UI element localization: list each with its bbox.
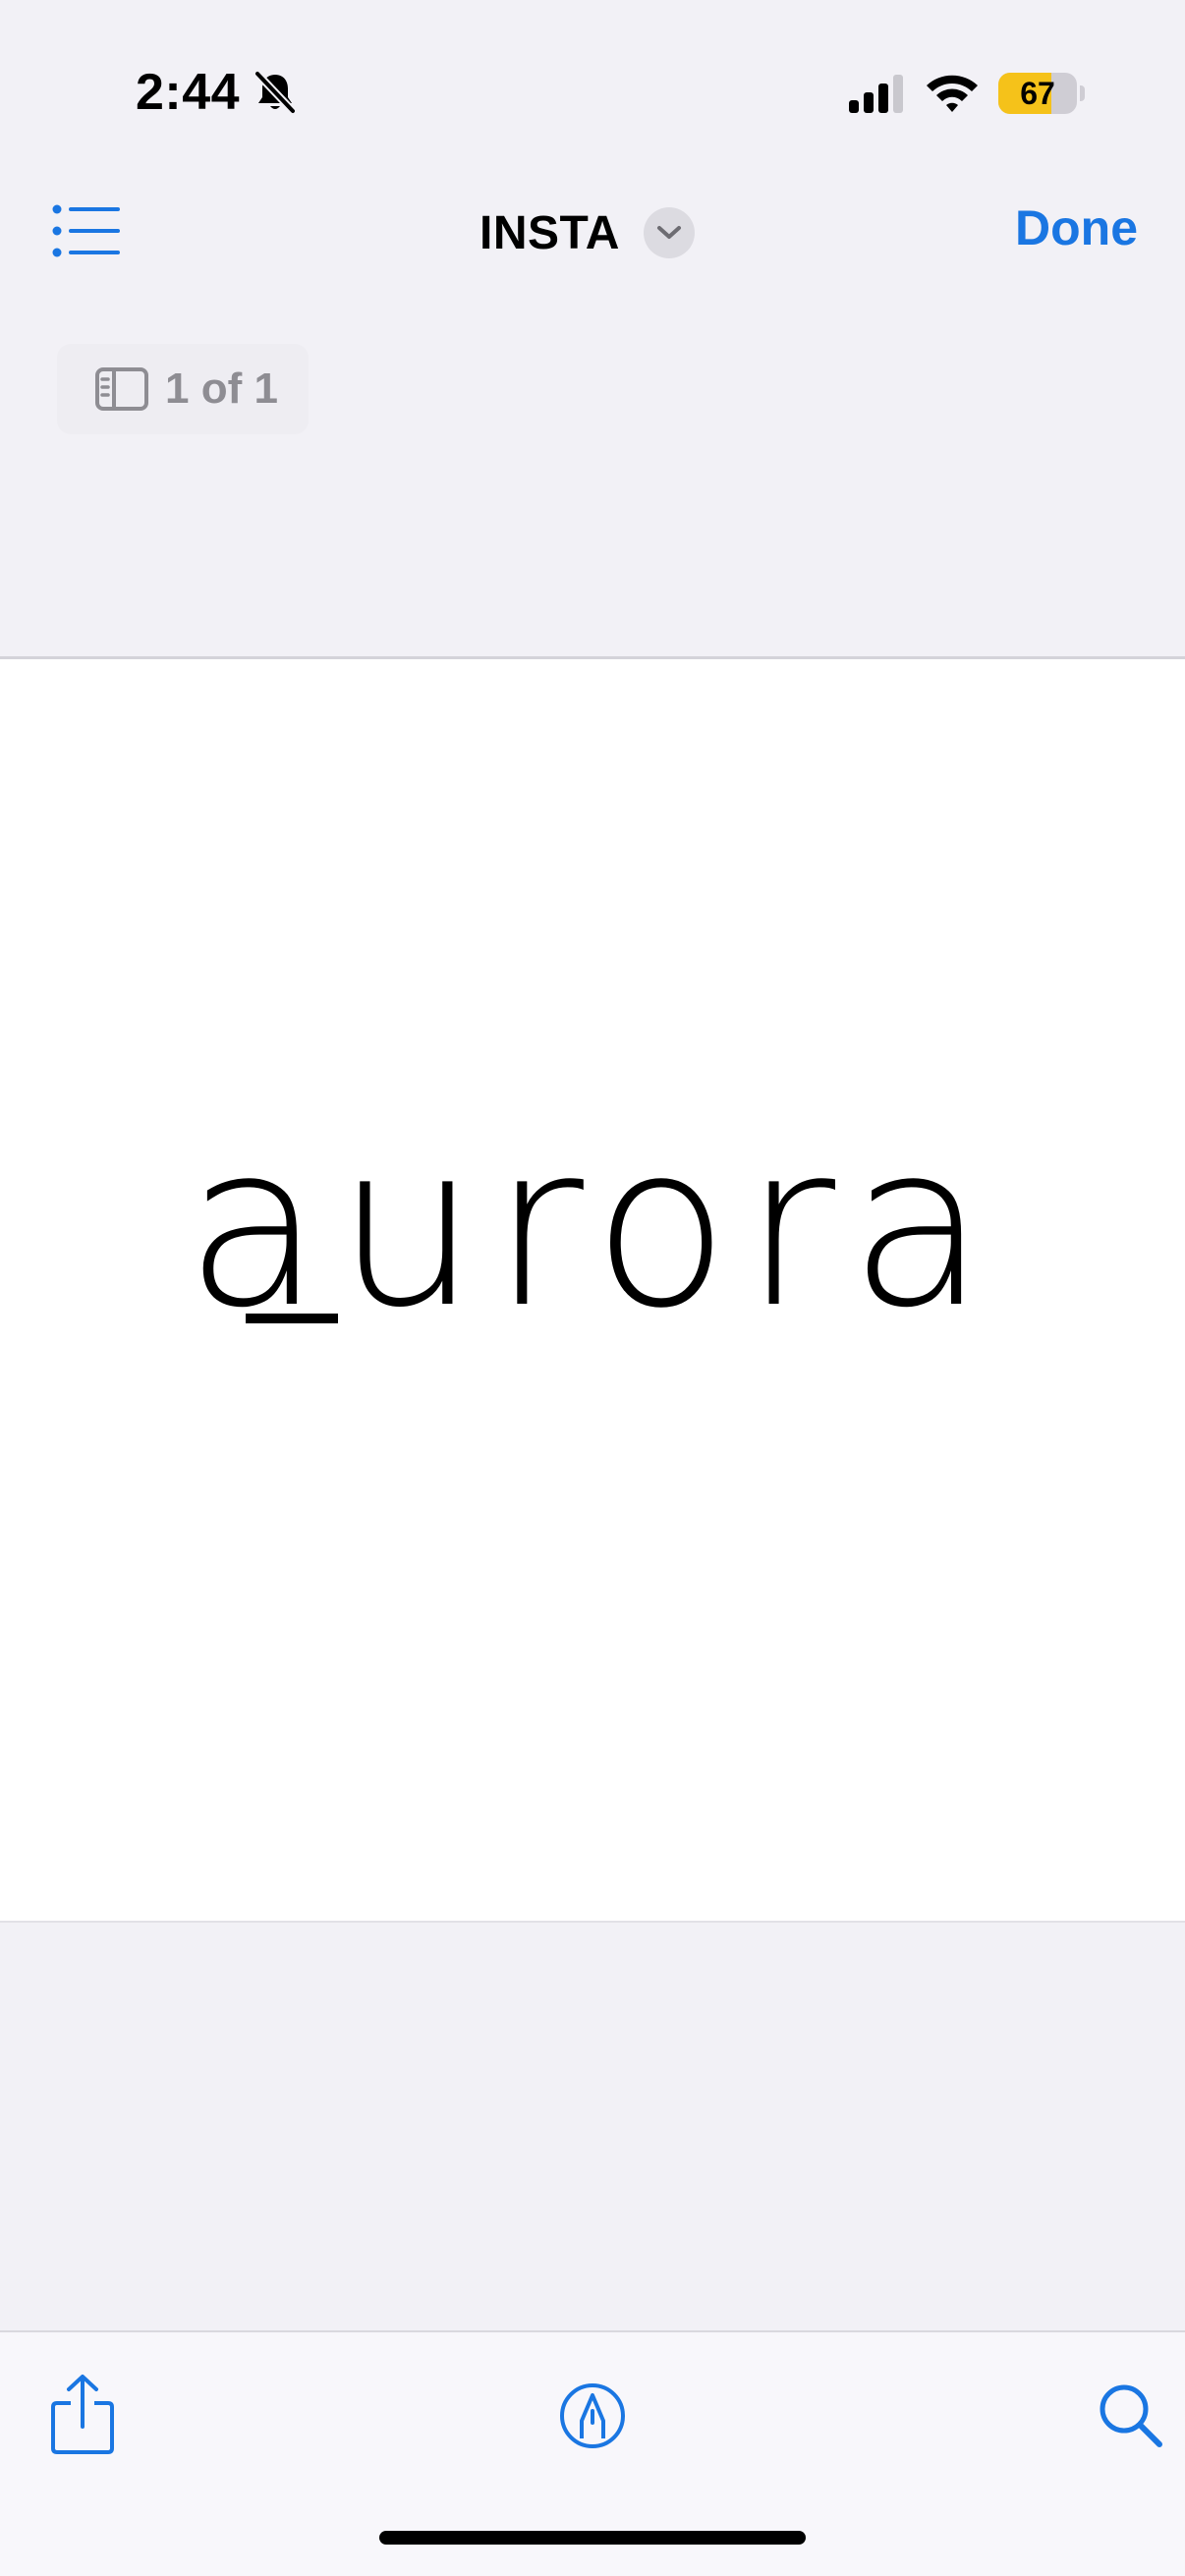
page-indicator[interactable]: 1 of 1 xyxy=(57,344,309,434)
document-page[interactable]: aurora xyxy=(0,656,1185,1923)
sidebar-icon xyxy=(95,367,148,411)
status-time: 2:44 xyxy=(136,64,241,121)
battery-cap xyxy=(1080,85,1085,101)
title-menu-button[interactable] xyxy=(643,207,695,258)
share-icon xyxy=(51,2375,114,2454)
share-button[interactable] xyxy=(49,2372,116,2456)
bell-slash-icon xyxy=(254,70,297,115)
battery-level: 67 xyxy=(1020,76,1055,111)
cellular-signal-icon xyxy=(849,75,903,113)
battery-icon: 67 xyxy=(998,73,1077,114)
search-button[interactable] xyxy=(1097,2381,1165,2450)
list-bullet-icon xyxy=(52,204,120,257)
markup-pen-icon xyxy=(560,2383,625,2448)
search-icon xyxy=(1100,2384,1162,2447)
page-title: INSTA xyxy=(480,206,620,259)
list-button[interactable] xyxy=(47,196,126,265)
document-title-group[interactable]: INSTA xyxy=(480,201,695,264)
page-indicator-label: 1 of 1 xyxy=(165,364,278,413)
aurora-logo: aurora xyxy=(185,1095,987,1357)
wifi-icon xyxy=(927,75,978,112)
done-button[interactable]: Done xyxy=(1015,199,1138,256)
markup-button[interactable] xyxy=(558,2381,627,2450)
pdf-viewer-screen: 2:44 67 INSTA Done 1 of 1 aurora xyxy=(0,0,1185,2576)
home-indicator xyxy=(379,2531,806,2545)
chevron-down-icon xyxy=(656,226,681,239)
